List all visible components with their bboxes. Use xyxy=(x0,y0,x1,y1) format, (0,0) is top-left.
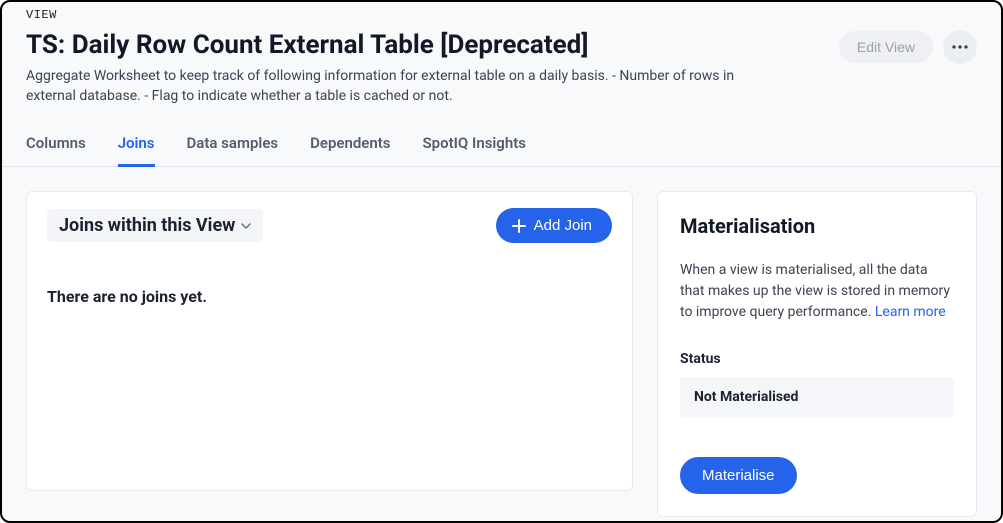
add-join-button[interactable]: Add Join xyxy=(496,208,612,243)
page-title: TS: Daily Row Count External Table [Depr… xyxy=(26,30,766,61)
more-horizontal-icon xyxy=(952,45,968,49)
header-actions: Edit View xyxy=(839,30,977,64)
learn-more-link[interactable]: Learn more xyxy=(875,304,946,320)
tab-spotiq-insights[interactable]: SpotIQ Insights xyxy=(423,134,526,167)
caret-down-icon xyxy=(241,223,251,229)
joins-empty-state: There are no joins yet. xyxy=(47,287,612,306)
materialise-button[interactable]: Materialise xyxy=(680,457,797,494)
tab-joins[interactable]: Joins xyxy=(118,134,155,167)
eyebrow-label: VIEW xyxy=(26,8,977,22)
edit-view-button[interactable]: Edit View xyxy=(839,31,933,63)
more-actions-button[interactable] xyxy=(943,30,977,64)
status-value: Not Materialised xyxy=(680,377,954,417)
page-header: VIEW TS: Daily Row Count External Table … xyxy=(2,2,1001,106)
content-body: Joins within this View Add Join There ar… xyxy=(2,167,1001,523)
tab-data-samples[interactable]: Data samples xyxy=(187,134,279,167)
materialisation-title: Materialisation xyxy=(680,214,954,238)
title-row: TS: Daily Row Count External Table [Depr… xyxy=(26,30,977,106)
app-frame: VIEW TS: Daily Row Count External Table … xyxy=(0,0,1003,523)
joins-scope-dropdown[interactable]: Joins within this View xyxy=(47,209,263,242)
joins-scope-label: Joins within this View xyxy=(59,215,235,236)
tab-columns[interactable]: Columns xyxy=(26,134,86,167)
page-description: Aggregate Worksheet to keep track of fol… xyxy=(26,67,766,106)
materialisation-description: When a view is materialised, all the dat… xyxy=(680,260,954,323)
title-block: TS: Daily Row Count External Table [Depr… xyxy=(26,30,766,106)
tab-dependents[interactable]: Dependents xyxy=(310,134,390,167)
status-label: Status xyxy=(680,351,954,367)
joins-panel-header: Joins within this View Add Join xyxy=(47,208,612,243)
plus-icon xyxy=(512,219,526,233)
tab-bar: Columns Joins Data samples Dependents Sp… xyxy=(2,134,1001,167)
joins-panel: Joins within this View Add Join There ar… xyxy=(26,191,633,491)
add-join-label: Add Join xyxy=(534,217,592,234)
materialisation-panel: Materialisation When a view is materiali… xyxy=(657,191,977,517)
